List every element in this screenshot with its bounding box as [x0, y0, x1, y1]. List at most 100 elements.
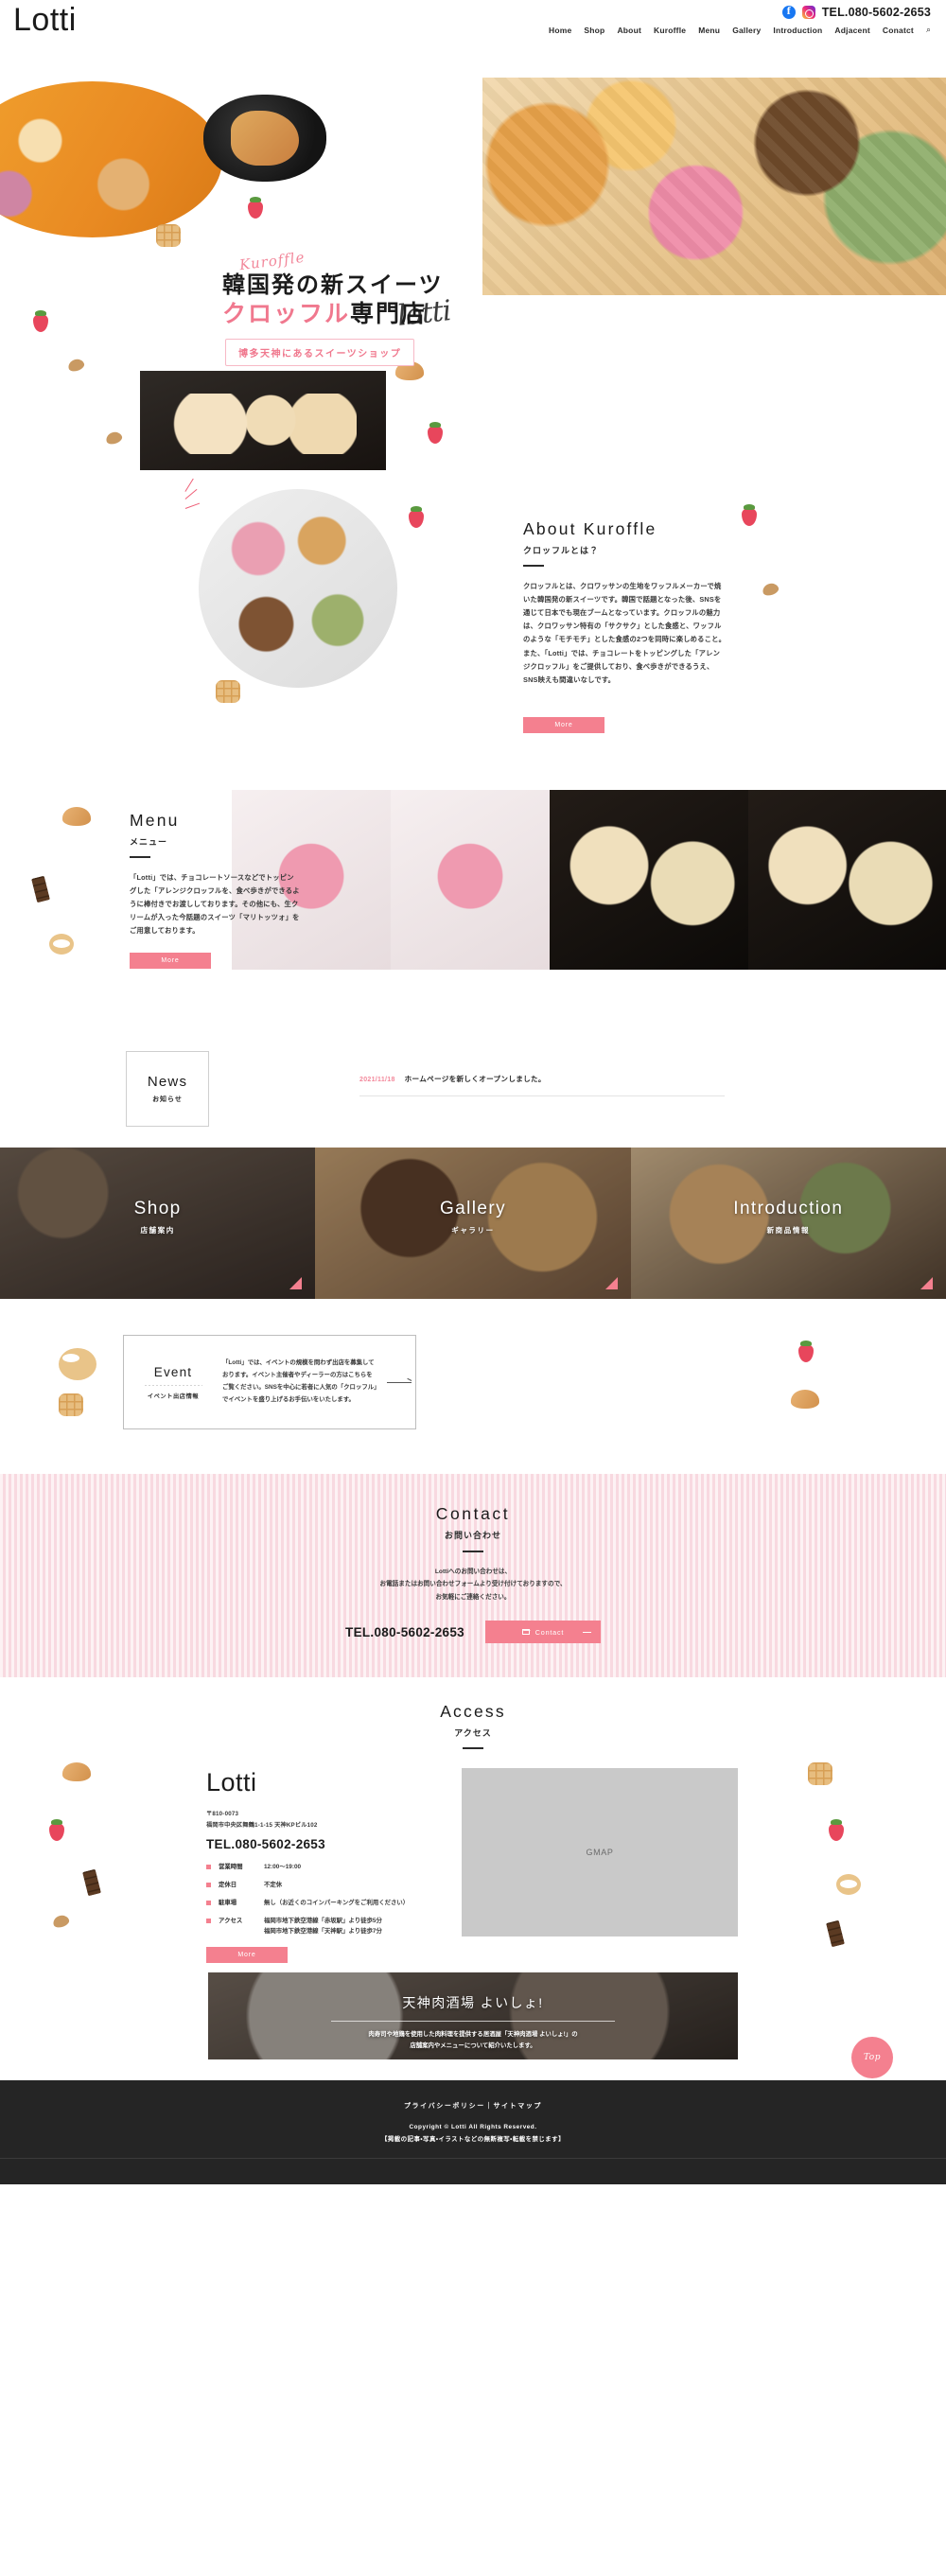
croissant-icon	[791, 1390, 819, 1409]
menu-body: 「Lotti」では、チョコレートソースなどでトッピングした「アレンジクロッフルを…	[130, 872, 300, 936]
access-heading: Access アクセス	[0, 1702, 946, 1749]
about-more-button[interactable]: More	[523, 717, 604, 733]
news-subtitle: お知らせ	[152, 1096, 183, 1103]
access-phone[interactable]: TEL.080-5602-2653	[206, 1837, 443, 1851]
menu-image-4	[748, 790, 946, 970]
banner-gallery-label: Gallery ギャラリー	[315, 1199, 630, 1235]
contact-button[interactable]: Contact	[484, 1621, 601, 1644]
contact-subtitle: お問い合わせ	[444, 1531, 501, 1540]
contact-button-label: Contact	[534, 1627, 565, 1637]
about-divider	[523, 565, 544, 567]
bullet-square-icon	[206, 1864, 211, 1869]
news-title: News	[147, 1074, 188, 1090]
news-list: 2021/11/18 ホームページを新しくオープンしました。	[359, 1074, 725, 1096]
strawberry-icon	[829, 1818, 844, 1841]
access-row-key: 営業時間	[219, 1863, 243, 1870]
nav-item-about[interactable]: About	[617, 26, 641, 35]
nav-item-home[interactable]: Home	[549, 26, 571, 35]
event-box[interactable]: Event イベント出店情報 「Lotti」では、イベントの規模を問わず出店を募…	[123, 1335, 416, 1429]
banner-gallery-title: Gallery	[440, 1199, 506, 1218]
strawberry-icon	[33, 310, 48, 332]
back-to-top-button[interactable]: Top	[851, 2037, 893, 2078]
about-subtitle: クロッフルとは？	[523, 546, 600, 555]
nav-item-adjacent[interactable]: Adjacent	[834, 26, 870, 35]
footer-link-privacy[interactable]: プライバシーポリシー	[404, 2103, 485, 2110]
news-item-text: ホームページを新しくオープンしました。	[404, 1075, 546, 1083]
news-item-date: 2021/11/18	[359, 1077, 395, 1083]
access-row-value: 不定休	[264, 1881, 283, 1888]
access-more-button[interactable]: More	[206, 1946, 288, 1963]
related-shop-title: 天神肉酒場 よいしょ!	[402, 1995, 544, 2010]
related-shop-banner[interactable]: 天神肉酒場 よいしょ! 肉寿司や地鶏を使用した肉料理を提供する居酒屋「天神肉酒場…	[208, 1972, 738, 2059]
strawberry-icon	[742, 504, 757, 526]
news-heading-box: News お知らせ	[126, 1051, 209, 1127]
banner-gallery-subtitle: ギャラリー	[451, 1226, 495, 1235]
contact-body-line-1: Lottiへのお問い合わせは、	[434, 1568, 512, 1575]
nav-item-introduction[interactable]: Introduction	[773, 26, 822, 35]
contact-body-line-3: お気軽にご連絡ください。	[435, 1593, 511, 1601]
maritozzo-icon	[836, 1873, 861, 1895]
nav-item-gallery[interactable]: Gallery	[732, 26, 761, 35]
news-section: News お知らせ 2021/11/18 ホームページを新しくオープンしました。	[0, 1034, 946, 1148]
banner-introduction[interactable]: Introduction 新商品情報	[630, 1148, 946, 1299]
almond-icon	[761, 581, 780, 598]
access-row-value: 福岡市地下鉄空港線「赤坂駅」より徒歩5分 福岡市地下鉄空港線「天神駅」より徒歩7…	[264, 1918, 382, 1936]
waffle-icon	[59, 1393, 83, 1416]
contact-phone[interactable]: TEL.080-5602-2653	[345, 1625, 464, 1639]
about-title: About Kuroffle	[523, 519, 657, 538]
menu-image-3	[550, 790, 748, 970]
search-icon[interactable]: ⌕	[926, 25, 931, 35]
related-shop-text-2: 店舗案内やメニューについて紹介いたします。	[410, 2042, 536, 2049]
event-section: Event イベント出店情報 「Lotti」では、イベントの規模を問わず出店を募…	[0, 1299, 946, 1474]
instagram-icon[interactable]	[801, 6, 815, 19]
header-utility: TEL.080-5602-2653	[781, 4, 931, 19]
access-row-key: 駐車場	[219, 1900, 237, 1906]
hero-image-dark-plate	[203, 95, 326, 182]
site-logo[interactable]: Lotti	[13, 2, 77, 39]
banner-gallery[interactable]: Gallery ギャラリー	[315, 1148, 631, 1299]
footer-note: 【掲載の記事・写真・イラストなどの無断複写・転載を禁じます】	[381, 2136, 565, 2143]
nav-item-shop[interactable]: Shop	[584, 26, 604, 35]
chocolate-icon	[31, 875, 50, 903]
google-map[interactable]: GMAP	[462, 1767, 738, 1936]
nav-item-kuroffle[interactable]: Kuroffle	[654, 26, 686, 35]
menu-more-button[interactable]: More	[130, 952, 211, 969]
banner-shop-subtitle: 店舗案内	[140, 1226, 175, 1235]
contact-body-line-2: お電話またはお問い合わせフォームより受け付けておりますので、	[379, 1581, 567, 1588]
category-banners: Shop 店舗案内 Gallery ギャラリー Introduction 新商品…	[0, 1148, 946, 1299]
hero-image-maritozzo-plate	[140, 371, 386, 470]
hero-copy: Kuroffle 韓国発の新スイーツ クロッフル専門店	[222, 249, 444, 329]
hero-headline-2-black: 専門店	[350, 301, 428, 327]
about-body: クロッフルとは、クロワッサンの生地をワッフルメーカーで焼いた韓国発の新スイーツで…	[523, 581, 727, 685]
access-detail-row: アクセス 福岡市地下鉄空港線「赤坂駅」より徒歩5分 福岡市地下鉄空港線「天神駅」…	[206, 1916, 443, 1936]
maritozzo-icon	[49, 934, 74, 955]
event-title: Event	[153, 1364, 193, 1379]
hero-image-orange-plate	[0, 81, 222, 237]
strawberry-icon	[49, 1818, 64, 1841]
site-footer: Top プライバシーポリシー｜サイトマップ Copyright © Lotti …	[0, 2037, 946, 2184]
bullet-square-icon	[206, 1882, 211, 1887]
footer-link-sitemap[interactable]: サイトマップ	[493, 2103, 542, 2110]
access-subtitle: アクセス	[454, 1728, 492, 1738]
access-detail-row: 定休日 不定休	[206, 1880, 443, 1890]
nav-item-menu[interactable]: Menu	[698, 26, 720, 35]
news-list-item[interactable]: 2021/11/18 ホームページを新しくオープンしました。	[359, 1074, 725, 1096]
access-address: 福岡市中央区舞鶴1-1-15 天神KPビル102	[206, 1821, 318, 1829]
strawberry-icon	[428, 422, 443, 444]
header-phone[interactable]: TEL.080-5602-2653	[822, 6, 931, 19]
access-content: Lotti 〒810-0073 福岡市中央区舞鶴1-1-15 天神KPビル102…	[0, 1761, 946, 1967]
banner-shop[interactable]: Shop 店舗案内	[0, 1148, 316, 1299]
bullet-square-icon	[206, 1901, 211, 1905]
corner-triangle-icon	[604, 1277, 618, 1289]
access-section: Access アクセス Lotti 〒810-0073 福岡市中央区舞鶴1-1-…	[0, 1677, 946, 1963]
about-image	[199, 489, 397, 688]
almond-icon	[66, 357, 86, 374]
facebook-icon[interactable]	[781, 4, 796, 19]
contact-body: Lottiへのお問い合わせは、 お電話またはお問い合わせフォームより受け付けてお…	[379, 1566, 566, 1604]
nav-item-contact[interactable]: Conatct	[883, 26, 914, 35]
access-detail-row: 営業時間 12:00〜19:00	[206, 1862, 443, 1872]
access-info: Lotti 〒810-0073 福岡市中央区舞鶴1-1-15 天神KPビル102…	[206, 1768, 443, 1963]
corner-triangle-icon	[920, 1277, 933, 1289]
caption-divider	[331, 2021, 615, 2022]
menu-image-2	[391, 790, 550, 970]
